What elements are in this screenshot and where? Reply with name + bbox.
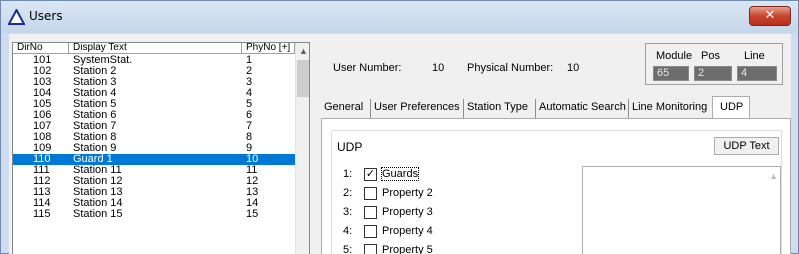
tab-automatic-search[interactable]: Automatic Search: [536, 99, 629, 118]
cell-display-text: Station 15: [73, 208, 123, 220]
line-field: 4: [737, 66, 777, 81]
udp-tab-page: UDP UDP Text 1: ✓ Guards 2: Property 2 3…: [321, 118, 791, 254]
tab-strip: General User Preferences Station Type Au…: [321, 96, 791, 118]
property-checkbox[interactable]: [364, 244, 377, 254]
property-number: 2:: [343, 187, 353, 199]
pos-field: 2: [694, 66, 732, 81]
table-row[interactable]: 103 Station 33: [13, 77, 295, 88]
module-pos-line-box: Module Pos Line 65 2 4: [645, 43, 783, 85]
property-label[interactable]: Property 3: [382, 206, 433, 218]
client-area: DirNo Display Text PhyNo [+] 101 SystemSt…: [9, 34, 791, 254]
title-bar[interactable]: Users ✕: [1, 1, 798, 33]
cell-phyno: 15: [246, 208, 259, 220]
tab-line-monitoring[interactable]: Line Monitoring: [629, 99, 714, 118]
window-title: Users: [29, 9, 63, 23]
property-label[interactable]: Property 5: [382, 244, 433, 254]
udp-text-button[interactable]: UDP Text: [714, 137, 779, 155]
table-row[interactable]: 102 Station 22: [13, 66, 295, 77]
scroll-up-arrow-icon[interactable]: ▲: [769, 171, 778, 181]
list-header: DirNo Display Text PhyNo [+]: [13, 43, 295, 54]
physical-number-label: Physical Number:: [467, 62, 554, 74]
table-row[interactable]: 104 Station 44: [13, 88, 295, 99]
property-label[interactable]: Property 4: [382, 225, 433, 237]
table-row[interactable]: 105 Station 55: [13, 99, 295, 110]
property-checkbox[interactable]: [364, 187, 377, 200]
close-button[interactable]: ✕: [749, 6, 791, 26]
property-checkbox[interactable]: ✓: [364, 168, 377, 181]
property-number: 5:: [343, 244, 353, 254]
table-row[interactable]: 115 Station 15 15: [13, 209, 295, 220]
column-header-display-text[interactable]: Display Text: [69, 43, 242, 54]
user-number-label: User Number:: [333, 62, 402, 74]
udp-text-area[interactable]: ▲: [582, 166, 781, 254]
list-rows: 101 SystemStat. 1 102 Station 22 103 Station…: [13, 55, 295, 220]
scroll-thumb[interactable]: [297, 60, 309, 97]
table-row[interactable]: 106 Station 66: [13, 110, 295, 121]
tab-general[interactable]: General: [321, 99, 371, 118]
table-row[interactable]: 107 Station 77: [13, 121, 295, 132]
list-scrollbar[interactable]: ▲: [295, 43, 309, 254]
property-number: 4:: [343, 225, 353, 237]
udp-group: UDP UDP Text 1: ✓ Guards 2: Property 2 3…: [331, 130, 782, 254]
udp-group-title: UDP: [337, 140, 363, 154]
pos-label: Pos: [701, 50, 720, 62]
physical-number-value: 10: [567, 62, 580, 74]
table-row[interactable]: 101 SystemStat. 1: [13, 55, 295, 66]
cell-dirno: 115: [33, 208, 51, 220]
column-header-phyno[interactable]: PhyNo [+]: [242, 43, 295, 54]
property-number: 3:: [343, 206, 353, 218]
tab-udp[interactable]: UDP: [712, 96, 750, 118]
app-triangle-icon: [8, 9, 25, 25]
line-label: Line: [744, 50, 765, 62]
column-header-dirno[interactable]: DirNo: [13, 43, 69, 54]
tab-station-type[interactable]: Station Type: [464, 99, 536, 118]
tab-user-preferences[interactable]: User Preferences: [371, 99, 464, 118]
table-row[interactable]: 108 Station 88: [13, 132, 295, 143]
scroll-up-arrow-icon[interactable]: ▲: [296, 43, 309, 60]
user-list[interactable]: DirNo Display Text PhyNo [+] 101 SystemSt…: [12, 42, 310, 254]
module-label: Module: [656, 50, 693, 62]
user-number-value: 10: [432, 62, 445, 74]
property-label[interactable]: Guards: [380, 167, 420, 181]
users-window: Users ✕ DirNo Display Text PhyNo [+] 101…: [0, 0, 799, 254]
property-number: 1:: [343, 168, 353, 180]
property-checkbox[interactable]: [364, 225, 377, 238]
property-label[interactable]: Property 2: [382, 187, 433, 199]
user-info-panel: User Number: 10 Physical Number: 10 Modu…: [315, 41, 791, 86]
property-checkbox[interactable]: [364, 206, 377, 219]
module-field: 65: [653, 66, 689, 81]
